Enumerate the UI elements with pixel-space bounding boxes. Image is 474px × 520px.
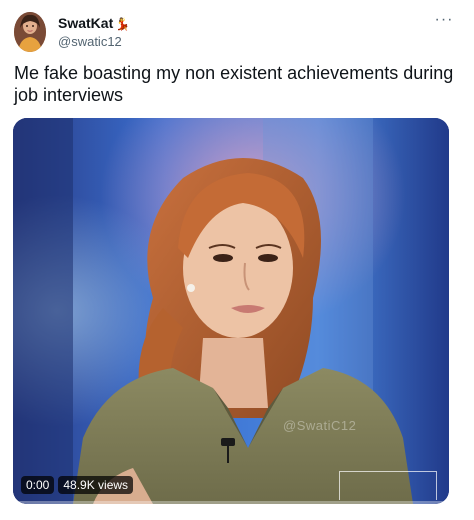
video-progress-bar[interactable] xyxy=(13,501,449,504)
video-player[interactable]: @SwatiC12 0:00 48.9K views xyxy=(13,118,449,504)
video-corner-frame xyxy=(339,471,437,500)
display-name-text[interactable]: SwatKat xyxy=(58,15,113,31)
display-name[interactable]: SwatKat 💃 xyxy=(58,14,130,33)
view-count: 48.9K views xyxy=(58,476,134,494)
video-overlay-info: 0:00 48.9K views xyxy=(21,476,134,494)
author-block: SwatKat 💃 @swatic12 xyxy=(58,14,130,51)
tweet-card: SwatKat 💃 @swatic12 ··· Me fake boasting … xyxy=(0,0,474,520)
dancer-emoji-icon: 💃 xyxy=(115,17,131,31)
video-frame xyxy=(13,118,449,504)
tweet-header: SwatKat 💃 @swatic12 ··· xyxy=(14,12,460,52)
user-handle[interactable]: @swatic12 xyxy=(58,33,130,51)
more-options-icon[interactable]: ··· xyxy=(432,12,456,30)
avatar-image xyxy=(14,12,46,52)
elapsed-time: 0:00 xyxy=(21,476,55,494)
avatar[interactable] xyxy=(14,12,46,52)
tweet-text: Me fake boasting my non existent achieve… xyxy=(14,63,454,105)
video-watermark: @SwatiC12 xyxy=(283,418,357,433)
